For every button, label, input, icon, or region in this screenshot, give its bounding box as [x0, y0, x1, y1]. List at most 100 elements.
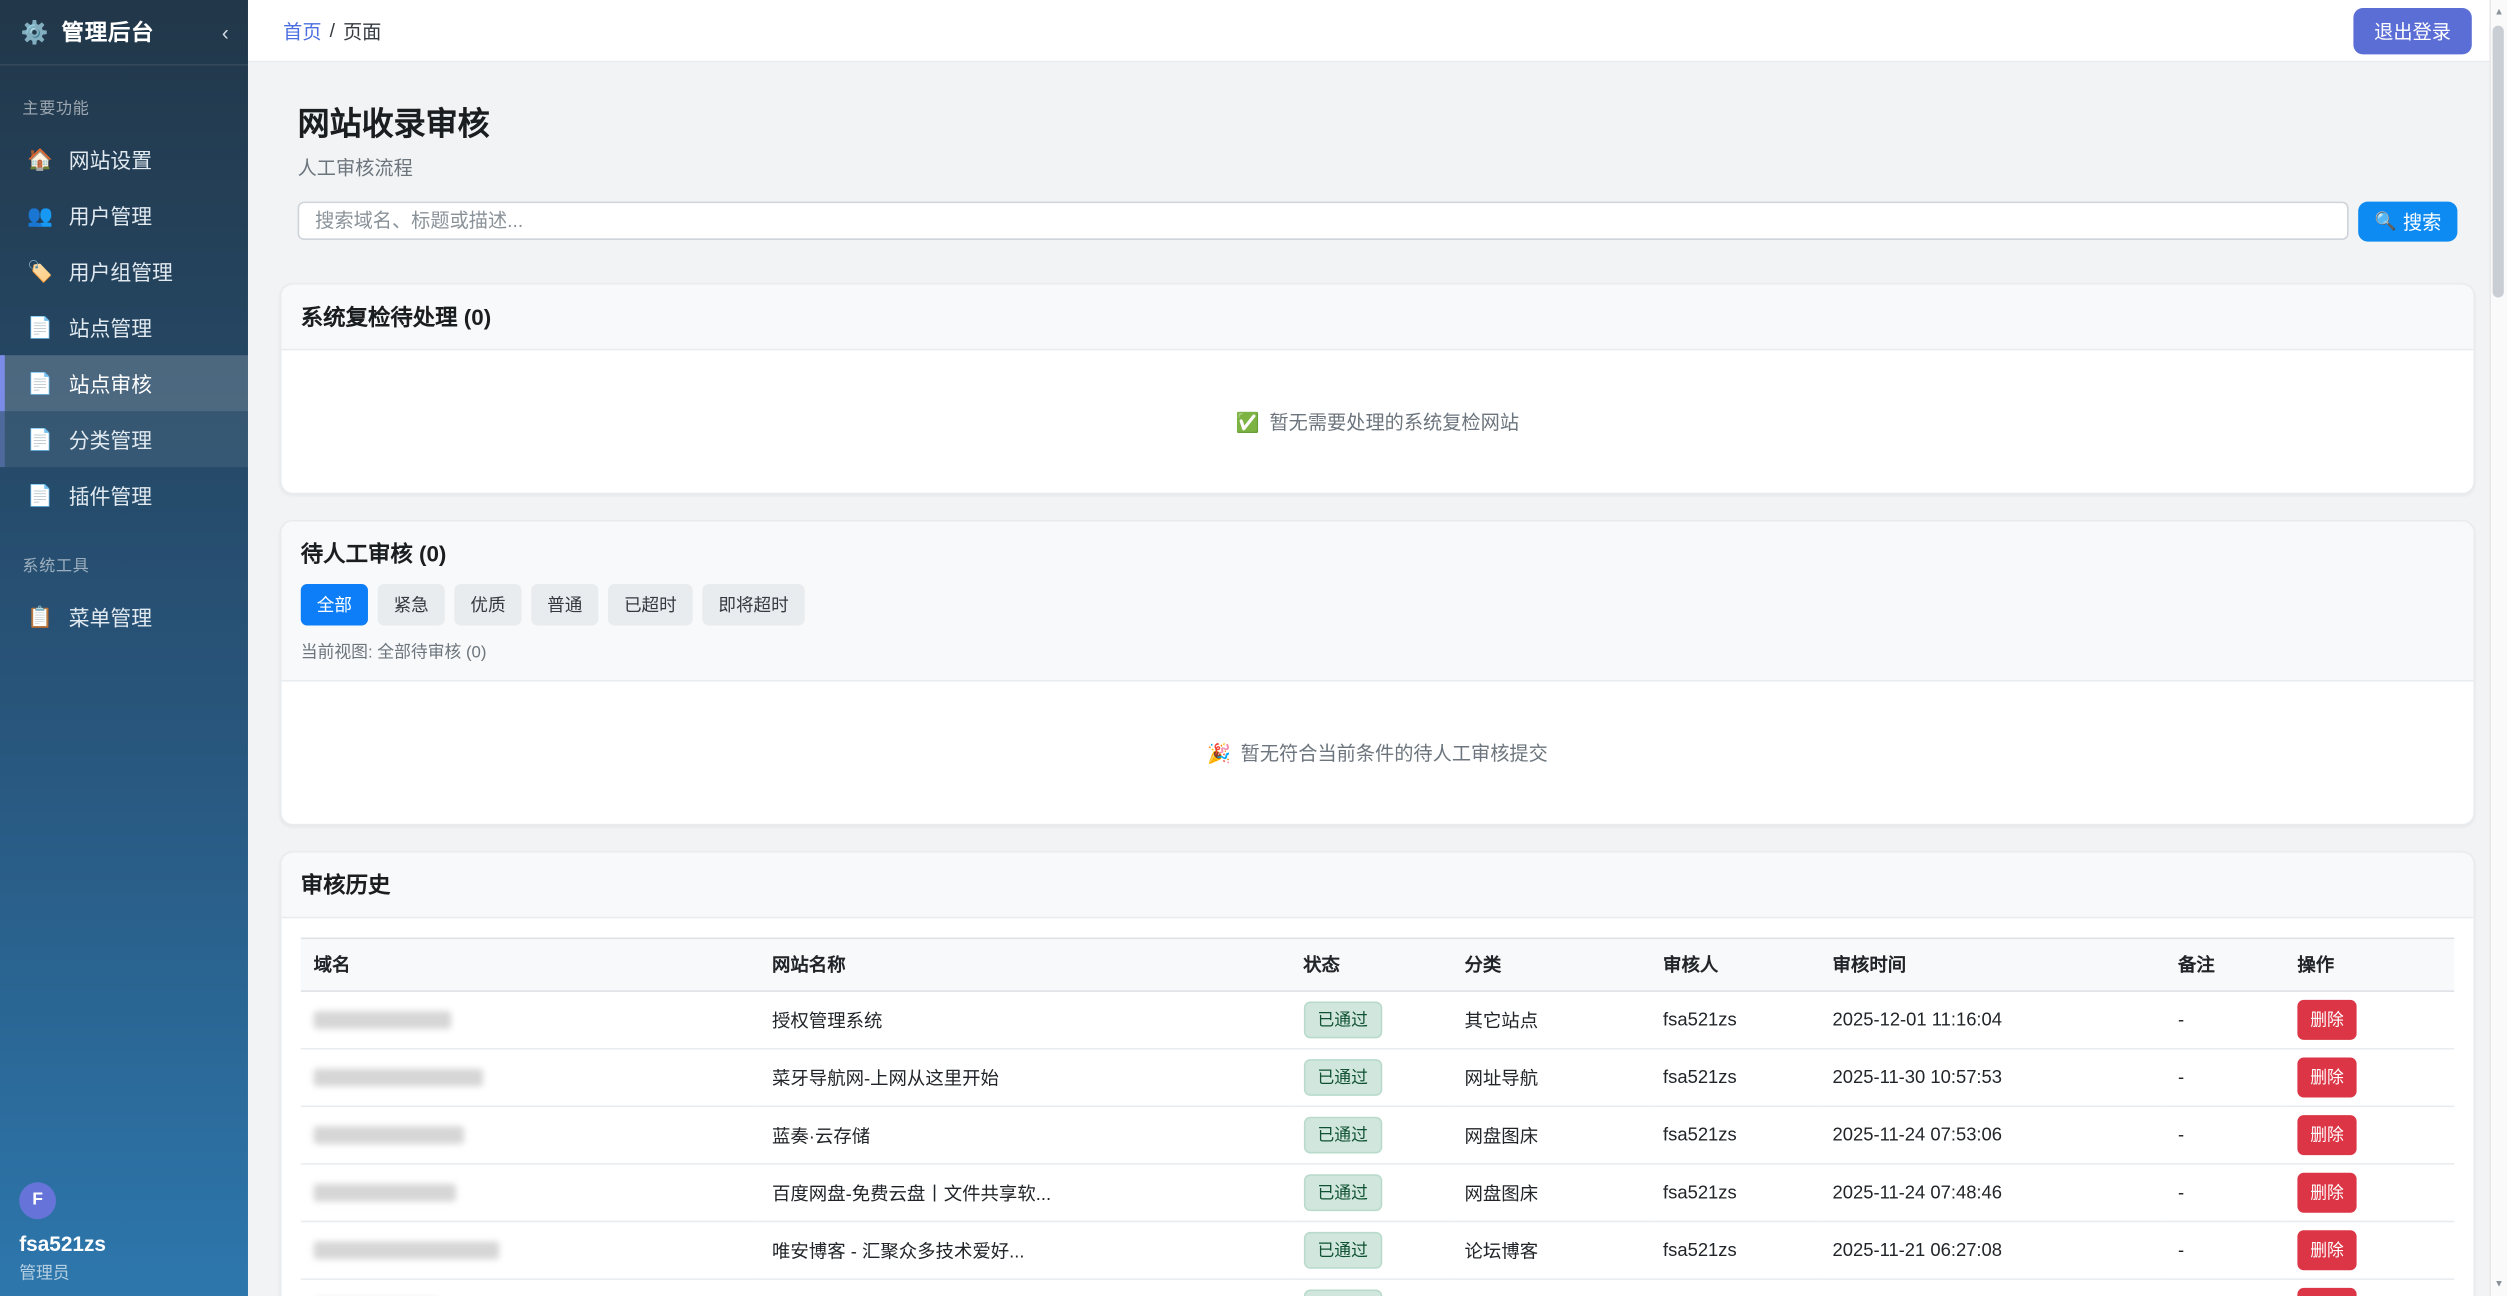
recheck-card-header: 系统复检待处理 (0): [282, 285, 2474, 351]
reviewer-cell: fsa521zs: [1650, 1222, 1819, 1280]
sidebar-brand: ⚙️ 管理后台 ‹: [0, 0, 248, 66]
history-card-title: 审核历史: [301, 872, 391, 898]
note-cell: -: [2165, 1222, 2284, 1280]
sidebar-item-label: 菜单管理: [69, 602, 152, 632]
table-row: 授权管理系统已通过其它站点fsa521zs2025-12-01 11:16:04…: [301, 991, 2454, 1049]
scroll-down-icon[interactable]: ▼: [2491, 1274, 2507, 1293]
history-card-header: 审核历史: [282, 853, 2474, 919]
page-subtitle: 人工审核流程: [298, 154, 2458, 181]
status-badge: 已通过: [1303, 1117, 1382, 1154]
category-cell: 其它站点: [1452, 991, 1651, 1049]
filter-button[interactable]: 全部: [301, 584, 368, 626]
main-scrollbar[interactable]: ▲ ▼: [2489, 0, 2507, 1296]
main-area: 首页 / 页面 退出登录 网站收录审核 人工审核流程 🔍 搜索 系: [248, 0, 2507, 1296]
site-name: 菜牙导航网-上网从这里开始: [772, 1070, 999, 1089]
sidebar-item[interactable]: 📄插件管理: [0, 467, 248, 523]
delete-button[interactable]: 删除: [2297, 1173, 2356, 1213]
search-button[interactable]: 🔍 搜索: [2359, 202, 2458, 242]
current-view-label: 当前视图: 全部待审核 (0): [301, 640, 2454, 664]
site-name: 蓝奏·云存储: [772, 1127, 870, 1146]
review-time-cell: 2025-11-21 06:27:08: [1820, 1222, 2165, 1280]
pending-review-card: 待人工审核 (0) 全部紧急优质普通已超时即将超时 当前视图: 全部待审核 (0…: [280, 520, 2475, 826]
review-time-cell: 2025-12-01 11:16:04: [1820, 991, 2165, 1049]
sidebar-section-label: 系统工具: [0, 523, 248, 589]
history-column-header: 域名: [301, 938, 759, 991]
history-column-header: 审核时间: [1820, 938, 2165, 991]
note-cell: -: [2165, 1279, 2284, 1296]
status-badge: 已通过: [1303, 1289, 1382, 1296]
pending-empty-message: 暂无符合当前条件的待人工审核提交: [1241, 739, 1548, 766]
pending-empty-state: 🎉 暂无符合当前条件的待人工审核提交: [282, 682, 2474, 824]
breadcrumb-home-link[interactable]: 首页: [283, 17, 321, 44]
user-avatar[interactable]: F: [19, 1182, 56, 1219]
sidebar-item-label: 网站设置: [69, 144, 152, 174]
redacted-domain: [314, 1241, 500, 1259]
review-time-cell: 2025-11-19 23:07:30: [1820, 1279, 2165, 1296]
delete-button[interactable]: 删除: [2297, 1000, 2356, 1040]
page-title: 网站收录审核: [298, 98, 2458, 144]
breadcrumb: 首页 / 页面: [283, 17, 381, 44]
filter-button[interactable]: 优质: [454, 584, 521, 626]
delete-button[interactable]: 删除: [2297, 1115, 2356, 1155]
filter-button[interactable]: 即将超时: [702, 584, 804, 626]
sidebar-item-icon: 📄: [27, 482, 53, 508]
scrollbar-thumb[interactable]: [2493, 26, 2504, 298]
sidebar-collapse-button[interactable]: ‹: [219, 22, 232, 43]
filter-button[interactable]: 紧急: [378, 584, 445, 626]
sidebar-item-icon: 👥: [27, 202, 53, 228]
site-name: 百度网盘-免费云盘丨文件共享软...: [772, 1185, 1051, 1204]
reviewer-cell: fsa521zs: [1650, 991, 1819, 1049]
review-time-cell: 2025-11-30 10:57:53: [1820, 1049, 2165, 1107]
filter-button[interactable]: 已超时: [608, 584, 693, 626]
redacted-domain: [314, 1011, 452, 1029]
status-badge: 已通过: [1303, 1059, 1382, 1096]
note-cell: -: [2165, 991, 2284, 1049]
redacted-domain: [314, 1126, 464, 1144]
pending-review-title: 待人工审核 (0): [301, 541, 447, 567]
sidebar-item-icon: 📄: [27, 426, 53, 452]
sidebar-item[interactable]: 📄站点管理: [0, 299, 248, 355]
search-input[interactable]: [298, 202, 2349, 240]
table-row: 菜牙导航网-上网从这里开始已通过网址导航fsa521zs2025-11-30 1…: [301, 1049, 2454, 1107]
reviewer-cell: fsa521zs: [1650, 1279, 1819, 1296]
table-row: 聚链导航已通过网址导航fsa521zs2025-11-19 23:07:30-删…: [301, 1279, 2454, 1296]
history-column-header: 审核人: [1650, 938, 1819, 991]
sidebar-item[interactable]: 📄 分类管理: [0, 411, 248, 467]
recheck-empty-state: ✅ 暂无需要处理的系统复检网站: [282, 350, 2474, 492]
category-cell: 网盘图床: [1452, 1106, 1651, 1164]
history-table-header-row: 域名网站名称状态分类审核人审核时间备注操作: [301, 938, 2454, 991]
delete-button[interactable]: 删除: [2297, 1058, 2356, 1098]
sidebar-item-icon: 📋: [27, 604, 53, 630]
sidebar-item-label: 分类管理: [69, 424, 152, 454]
app-window: ⚙️ 管理后台 ‹ 主要功能🏠网站设置 👥 用户管理 🏷️用户组管理📄站点管理📄站点审…: [0, 0, 2507, 1296]
sidebar-item[interactable]: 👥 用户管理: [0, 187, 248, 243]
logout-button[interactable]: 退出登录: [2353, 7, 2471, 53]
history-card: 审核历史 域名网站名称状态分类审核人审核时间备注操作 授权管理系统已通过其它站点…: [280, 851, 2475, 1296]
pending-review-header: 待人工审核 (0) 全部紧急优质普通已超时即将超时 当前视图: 全部待审核 (0…: [282, 522, 2474, 682]
delete-button[interactable]: 删除: [2297, 1288, 2356, 1296]
sidebar-item[interactable]: 📋 菜单管理: [0, 589, 248, 645]
scroll-up-icon[interactable]: ▲: [2491, 3, 2507, 22]
topbar: 首页 / 页面 退出登录: [248, 0, 2507, 62]
sidebar-item[interactable]: 🏠网站设置: [0, 131, 248, 187]
table-row: 蓝奏·云存储已通过网盘图床fsa521zs2025-11-24 07:53:06…: [301, 1106, 2454, 1164]
sidebar-item-icon: 🏷️: [27, 258, 53, 284]
review-filters: 全部紧急优质普通已超时即将超时: [301, 584, 2454, 626]
gear-icon: ⚙️: [21, 21, 49, 43]
recheck-card: 系统复检待处理 (0) ✅ 暂无需要处理的系统复检网站: [280, 283, 2475, 494]
sidebar-nav: 主要功能🏠网站设置 👥 用户管理 🏷️用户组管理📄站点管理📄站点审核 📄 分类管理 📄插件管…: [0, 66, 248, 645]
sidebar-section-label: 主要功能: [0, 66, 248, 132]
history-table: 域名网站名称状态分类审核人审核时间备注操作 授权管理系统已通过其它站点fsa52…: [301, 938, 2454, 1296]
sidebar-item-label: 用户管理: [69, 200, 152, 230]
filter-button[interactable]: 普通: [531, 584, 598, 626]
status-badge: 已通过: [1303, 1174, 1382, 1211]
sidebar-item[interactable]: 🏷️用户组管理: [0, 243, 248, 299]
recheck-card-title: 系统复检待处理 (0): [301, 304, 491, 330]
sidebar-user-panel: F fsa521zs 管理员: [0, 1182, 248, 1284]
status-badge: 已通过: [1303, 1002, 1382, 1039]
history-column-header: 状态: [1290, 938, 1451, 991]
review-time-cell: 2025-11-24 07:53:06: [1820, 1106, 2165, 1164]
delete-button[interactable]: 删除: [2297, 1230, 2356, 1270]
sidebar-item[interactable]: 📄站点审核: [0, 355, 248, 411]
status-badge: 已通过: [1303, 1232, 1382, 1269]
